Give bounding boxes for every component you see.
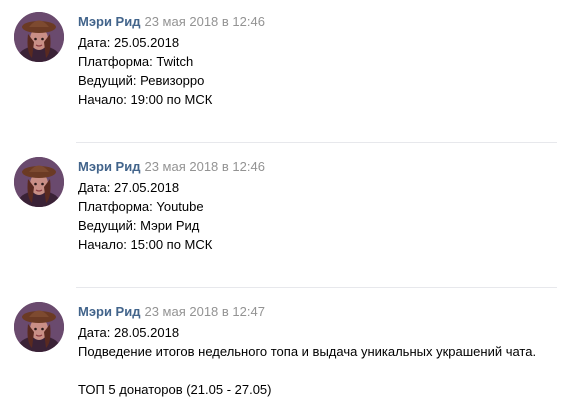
post-date[interactable]: 23 мая 2018 в 12:46: [144, 14, 264, 29]
pirate-woman-avatar-icon: [14, 302, 64, 352]
text-line: Ведущий: Ревизорро: [78, 73, 205, 88]
text-line: Начало: 15:00 по МСК: [78, 237, 213, 252]
author-name[interactable]: Мэри Рид: [78, 14, 140, 29]
text-line: Подведение итогов недельного топа и выда…: [78, 344, 537, 359]
text-line: Дата: 27.05.2018: [78, 180, 180, 195]
divider: [76, 287, 557, 288]
text-line: Ведущий: Мэри Рид: [78, 218, 200, 233]
post-text: Дата: 25.05.2018 Платформа: Twitch Ведущ…: [78, 33, 559, 109]
avatar[interactable]: [14, 12, 64, 62]
divider: [76, 142, 557, 143]
author-name[interactable]: Мэри Рид: [78, 304, 140, 319]
text-line: Платформа: Youtube: [78, 199, 204, 214]
text-line: ТОП 5 донаторов (21.05 - 27.05): [78, 382, 272, 397]
avatar[interactable]: [14, 302, 64, 352]
post-date[interactable]: 23 мая 2018 в 12:47: [144, 304, 264, 319]
text-line: Начало: 19:00 по МСК: [78, 92, 213, 107]
author-name[interactable]: Мэри Рид: [78, 159, 140, 174]
post-date[interactable]: 23 мая 2018 в 12:46: [144, 159, 264, 174]
post-text: Дата: 28.05.2018 Подведение итогов недел…: [78, 323, 559, 399]
avatar[interactable]: [14, 157, 64, 207]
text-line: Дата: 28.05.2018: [78, 325, 180, 340]
pirate-woman-avatar-icon: [14, 12, 64, 62]
text-line: Дата: 25.05.2018: [78, 35, 180, 50]
text-line: Платформа: Twitch: [78, 54, 194, 69]
post-text: Дата: 27.05.2018 Платформа: Youtube Веду…: [78, 178, 559, 254]
pirate-woman-avatar-icon: [14, 157, 64, 207]
